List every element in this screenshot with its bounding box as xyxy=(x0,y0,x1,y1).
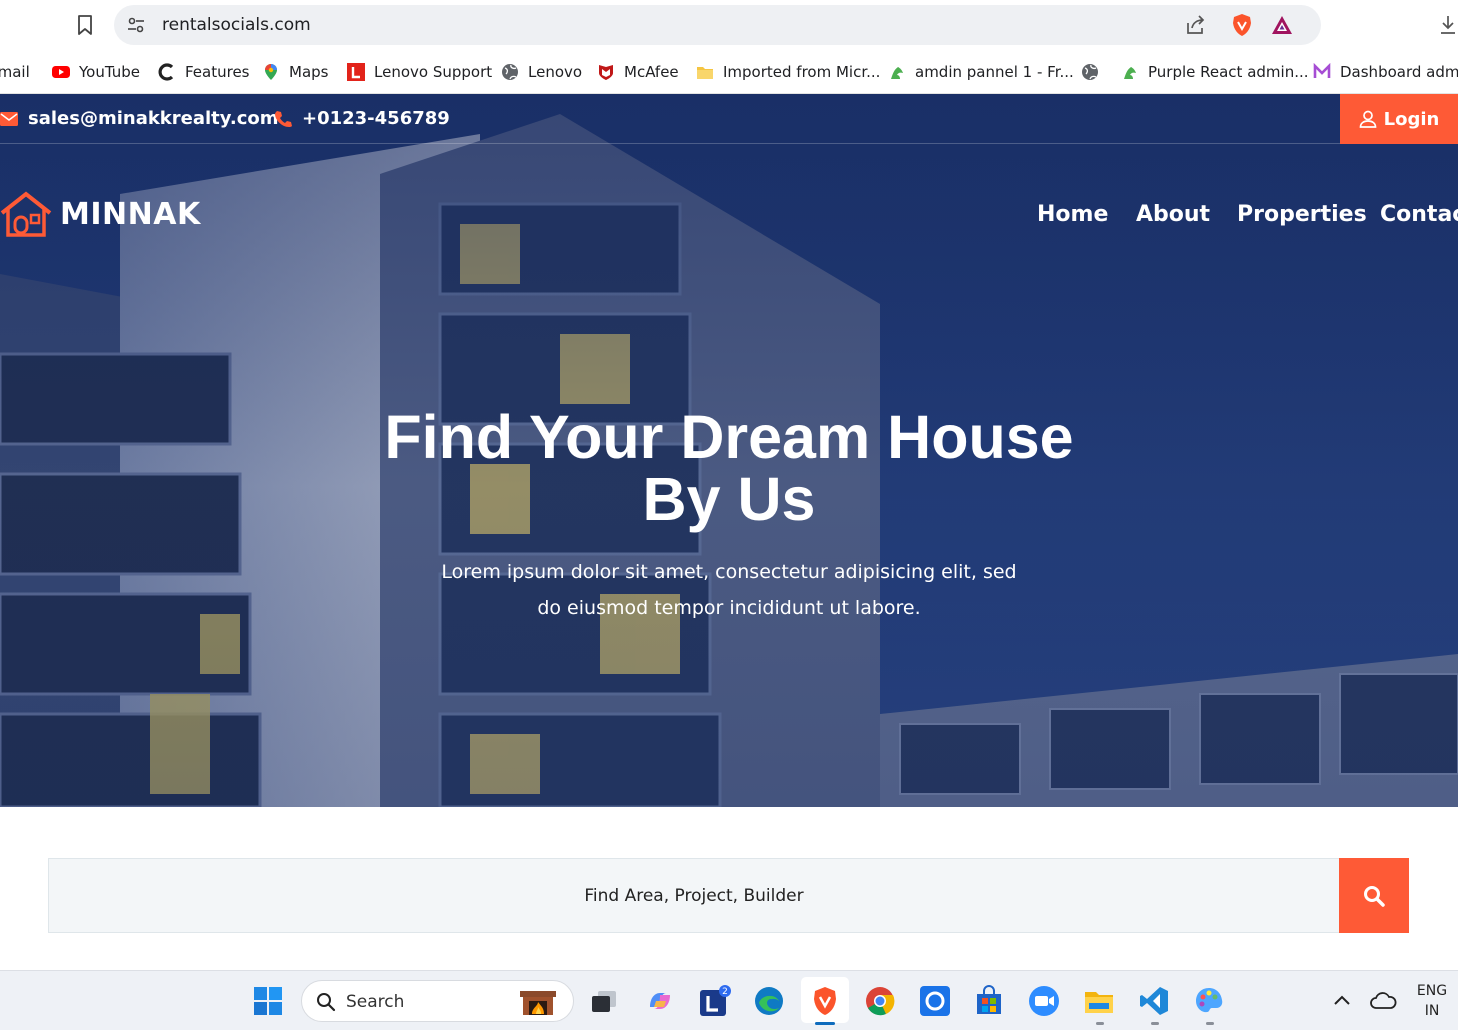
search-box xyxy=(48,858,1340,933)
windows-start-icon[interactable] xyxy=(252,985,284,1017)
region-code: IN xyxy=(1424,1003,1440,1019)
bookmark-label: YouTube xyxy=(79,63,140,81)
windows-taskbar: Search 2 ENG IN xyxy=(0,970,1458,1030)
share-icon[interactable] xyxy=(1184,14,1206,36)
zoom-app-icon[interactable] xyxy=(1028,985,1060,1017)
email-contact[interactable]: sales@minakkrealty.com xyxy=(0,108,279,129)
phone-text: +0123-456789 xyxy=(302,108,450,129)
running-indicator xyxy=(1206,1022,1214,1025)
property-search-input[interactable] xyxy=(49,859,1339,932)
edge-browser-icon[interactable] xyxy=(753,985,785,1017)
bookmarks-bar: Gmail YouTube Features Maps Lenovo Suppo… xyxy=(0,50,1458,94)
youtube-icon xyxy=(52,66,70,78)
fireplace-widget-icon xyxy=(520,991,556,1015)
bookmark-purple-react[interactable]: Purple React admin... xyxy=(1121,60,1309,84)
task-view-icon[interactable] xyxy=(588,985,620,1017)
running-indicator xyxy=(1151,1022,1159,1025)
bookmark-label: Lenovo xyxy=(528,63,583,81)
brave-browser-icon[interactable] xyxy=(809,985,841,1017)
chrome-browser-icon[interactable] xyxy=(864,985,896,1017)
maps-pin-icon xyxy=(265,64,277,80)
phone-icon xyxy=(275,110,292,127)
microsoft-store-icon[interactable] xyxy=(973,985,1005,1017)
mcafee-shield-icon xyxy=(599,65,613,80)
bookmark-amdin-pannel[interactable]: amdin pannel 1 - Fr... xyxy=(888,60,1074,84)
bookmark-youtube[interactable]: YouTube xyxy=(52,60,140,84)
language-code: ENG xyxy=(1416,983,1448,999)
bookmark-globe[interactable] xyxy=(1081,60,1108,84)
language-indicator[interactable]: ENG IN xyxy=(1412,981,1452,1021)
bookmark-label: Dashboard admin xyxy=(1340,63,1458,81)
bookmark-this-page-icon[interactable] xyxy=(76,14,94,36)
bookmark-label: Lenovo Support xyxy=(374,63,493,81)
bookmark-label: amdin pannel 1 - Fr... xyxy=(915,63,1074,81)
logo-text: MINNAK xyxy=(60,196,201,232)
lenovo-vantage-icon[interactable]: 2 xyxy=(699,985,731,1017)
bookmark-label: Gmail xyxy=(0,63,30,81)
brave-rewards-icon[interactable] xyxy=(1270,14,1294,36)
bookmark-lenovo-support[interactable]: Lenovo Support xyxy=(347,60,492,84)
onedrive-cloud-icon[interactable] xyxy=(1368,987,1398,1015)
nav-home[interactable]: Home xyxy=(1037,202,1108,227)
site-settings-icon[interactable] xyxy=(126,15,146,35)
globe-icon xyxy=(502,64,518,80)
bookmark-label: Imported from Micr... xyxy=(723,63,881,81)
hero-subtitle: Lorem ipsum dolor sit amet, consectetur … xyxy=(441,561,1017,619)
copilot-icon[interactable] xyxy=(644,985,676,1017)
bookmark-label: McAfee xyxy=(624,63,679,81)
bookmark-mcafee[interactable]: McAfee xyxy=(597,60,679,84)
bookmark-features[interactable]: Features xyxy=(158,60,250,84)
paint-app-icon[interactable] xyxy=(1193,985,1225,1017)
c-logo-icon xyxy=(158,63,174,81)
green-figure-icon xyxy=(891,67,903,79)
nav-properties[interactable]: Properties xyxy=(1237,202,1367,227)
hero-title: Find Your Dream House By Us xyxy=(384,403,1074,533)
search-button[interactable] xyxy=(1339,858,1409,933)
browser-toolbar: rentalsocials.com xyxy=(0,0,1458,50)
login-label: Login xyxy=(1383,108,1440,130)
download-icon[interactable] xyxy=(1438,14,1458,36)
show-hidden-icons-chevron-icon[interactable] xyxy=(1328,987,1356,1015)
green-figure-icon xyxy=(1124,67,1136,79)
globe-icon xyxy=(1082,64,1098,80)
bookmark-imported-folder[interactable]: Imported from Micr... xyxy=(696,60,880,84)
site-logo[interactable]: MINNAK xyxy=(0,191,201,237)
hero-section: sales@minakkrealty.com +0123-456789 Logi… xyxy=(0,94,1458,807)
email-text: sales@minakkrealty.com xyxy=(28,108,279,129)
search-icon xyxy=(317,993,336,1012)
address-bar[interactable]: rentalsocials.com xyxy=(114,5,1321,45)
m-logo-icon xyxy=(1313,63,1331,78)
search-icon xyxy=(1364,885,1385,907)
taskbar-search-label: Search xyxy=(346,992,405,1012)
vscode-icon[interactable] xyxy=(1138,985,1170,1017)
file-explorer-icon[interactable] xyxy=(1083,985,1115,1017)
lenovo-l-icon xyxy=(347,63,365,81)
nav-about[interactable]: About xyxy=(1136,202,1210,227)
phone-contact[interactable]: +0123-456789 xyxy=(274,108,450,129)
bookmark-label: Features xyxy=(185,63,250,81)
contact-topbar: sales@minakkrealty.com +0123-456789 Logi… xyxy=(0,94,1458,144)
running-indicator xyxy=(1096,1022,1104,1025)
user-icon xyxy=(1359,110,1376,128)
bookmark-dashboard-admin[interactable]: Dashboard admin xyxy=(1313,60,1458,84)
bookmark-label: Maps xyxy=(289,63,329,81)
login-button[interactable]: Login xyxy=(1340,94,1458,144)
bookmark-gmail[interactable]: Gmail xyxy=(0,60,30,84)
bookmark-maps[interactable]: Maps xyxy=(262,60,328,84)
cortana-app-icon[interactable] xyxy=(919,985,951,1017)
active-app-indicator xyxy=(815,1022,835,1025)
nav-contact[interactable]: Contact xyxy=(1380,202,1458,227)
house-logo-icon xyxy=(0,191,52,237)
notification-badge: 2 xyxy=(722,987,728,997)
bookmark-label: Purple React admin... xyxy=(1148,63,1309,81)
url-text[interactable]: rentalsocials.com xyxy=(162,15,311,35)
taskbar-search[interactable]: Search xyxy=(301,980,574,1022)
brave-shield-icon[interactable] xyxy=(1230,13,1254,37)
bookmark-lenovo[interactable]: Lenovo xyxy=(501,60,582,84)
folder-icon xyxy=(697,67,713,79)
envelope-icon xyxy=(0,111,18,126)
